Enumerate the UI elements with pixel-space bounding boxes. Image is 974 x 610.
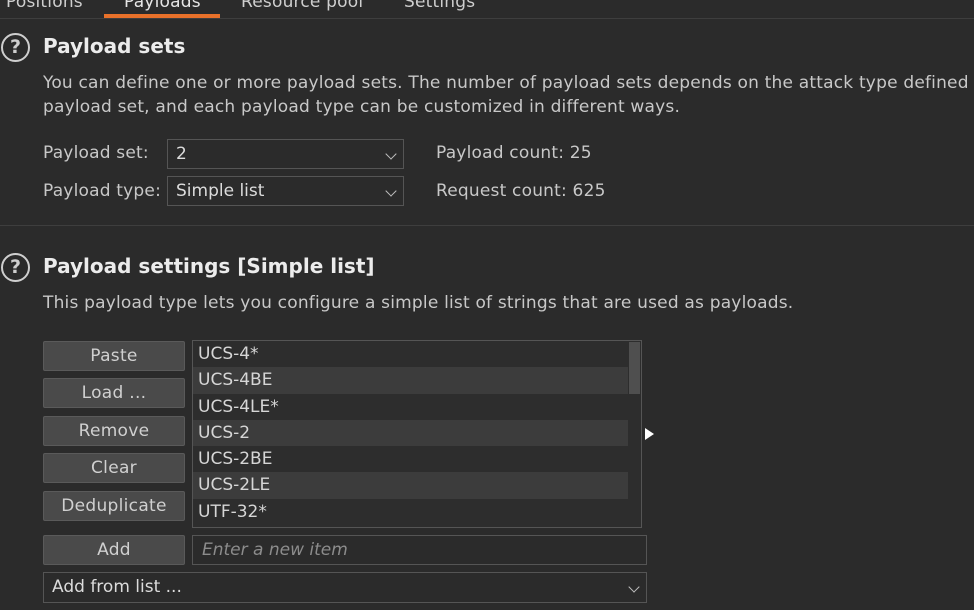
payload-set-select[interactable]: 2: [167, 139, 404, 169]
paste-button[interactable]: Paste: [43, 341, 185, 371]
list-item[interactable]: UCS-2: [193, 419, 628, 447]
list-item[interactable]: UCS-4*: [193, 341, 628, 367]
payload-settings-description: This payload type lets you configure a s…: [43, 293, 794, 313]
remove-button[interactable]: Remove: [43, 416, 185, 446]
tab-payloads[interactable]: Payloads: [124, 0, 201, 12]
payload-type-label: Payload type:: [43, 181, 162, 201]
deduplicate-button[interactable]: Deduplicate: [43, 491, 185, 521]
mouse-pointer-icon: [645, 428, 654, 440]
tab-settings[interactable]: Settings: [404, 0, 475, 12]
chevron-down-icon: [628, 581, 640, 593]
list-item[interactable]: UCS-2LE: [193, 472, 628, 499]
payload-sets-description-line2: payload set, and each payload type can b…: [43, 97, 681, 117]
list-item[interactable]: UCS-4LE*: [193, 394, 628, 420]
add-button[interactable]: Add: [43, 535, 185, 565]
add-from-list-select[interactable]: Add from list ...: [43, 572, 647, 603]
payload-settings-title: Payload settings [Simple list]: [43, 254, 375, 278]
chevron-down-icon: [385, 148, 397, 160]
payload-set-value: 2: [176, 144, 187, 164]
payload-type-value: Simple list: [176, 181, 265, 201]
tab-resource-pool[interactable]: Resource pool: [241, 0, 363, 12]
request-count: Request count: 625: [436, 181, 606, 201]
scrollbar[interactable]: [628, 341, 641, 527]
add-from-list-label: Add from list ...: [52, 577, 182, 597]
payload-list[interactable]: UCS-4* UCS-4BE UCS-4LE* UCS-2 UCS-2BE UC…: [192, 340, 642, 528]
list-item[interactable]: UCS-2BE: [193, 446, 628, 472]
help-icon[interactable]: ?: [1, 253, 30, 282]
tab-bar: Positions Payloads Resource pool Setting…: [0, 0, 974, 19]
list-item[interactable]: UCS-4BE: [193, 367, 628, 394]
section-divider: [0, 225, 974, 226]
payload-sets-title: Payload sets: [43, 34, 186, 58]
payload-set-label: Payload set:: [43, 143, 149, 163]
payload-sets-description-line1: You can define one or more payload sets.…: [43, 73, 974, 93]
load-button[interactable]: Load ...: [43, 378, 185, 408]
tab-positions[interactable]: Positions: [6, 0, 83, 12]
payload-type-select[interactable]: Simple list: [167, 176, 404, 206]
new-item-input[interactable]: Enter a new item: [192, 535, 647, 565]
chevron-down-icon: [385, 185, 397, 197]
help-icon[interactable]: ?: [1, 33, 30, 62]
list-item[interactable]: UTF-32*: [193, 499, 628, 525]
payload-count: Payload count: 25: [436, 143, 592, 163]
scrollbar-thumb[interactable]: [629, 342, 640, 394]
active-tab-indicator: [104, 14, 220, 18]
clear-button[interactable]: Clear: [43, 453, 185, 483]
